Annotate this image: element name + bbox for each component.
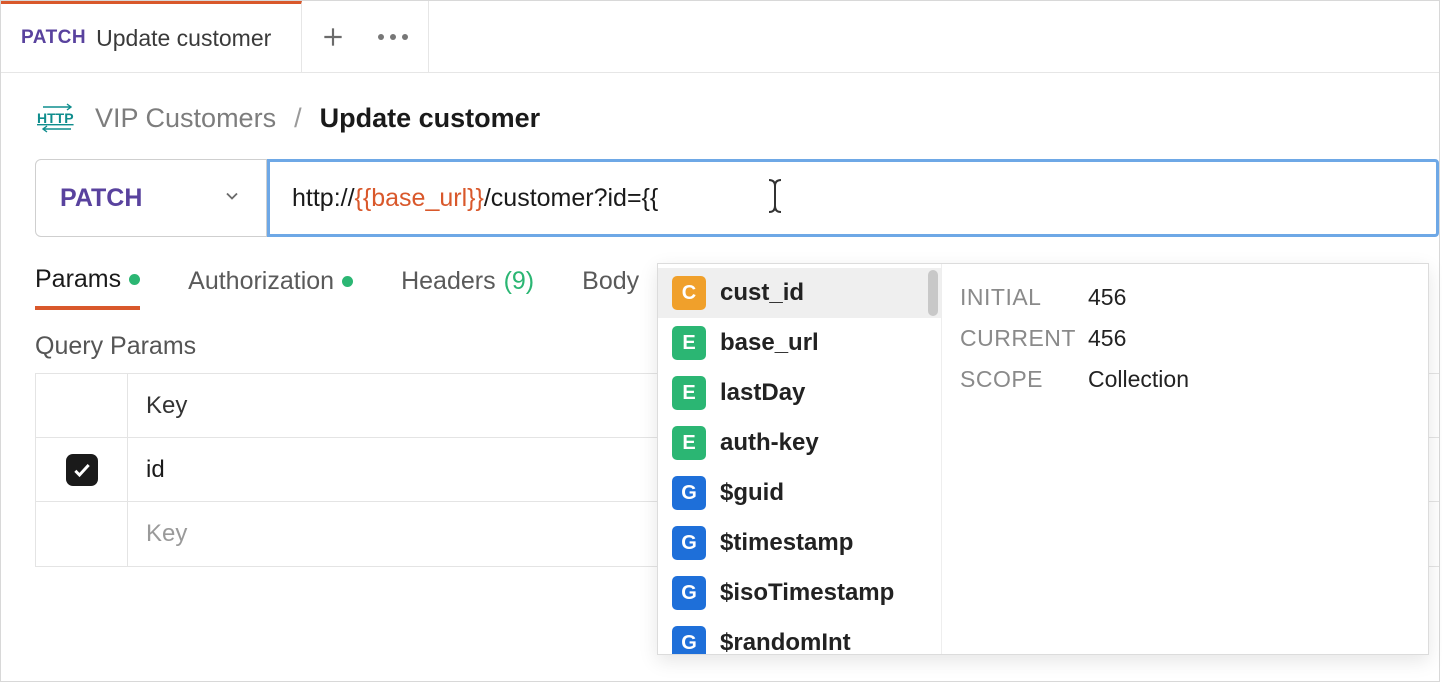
variable-scope-badge: G bbox=[672, 476, 706, 510]
variable-scope-badge: G bbox=[672, 526, 706, 560]
autocomplete-item[interactable]: G $timestamp bbox=[658, 518, 941, 568]
tab-params[interactable]: Params bbox=[35, 265, 140, 310]
autocomplete-item[interactable]: Ebase_url bbox=[658, 318, 941, 368]
autocomplete-item-label: $isoTimestamp bbox=[720, 579, 894, 607]
variable-scope-badge: G bbox=[672, 576, 706, 610]
detail-current-value: 456 bbox=[1088, 325, 1126, 352]
svg-text:HTTP: HTTP bbox=[37, 110, 74, 126]
url-input[interactable]: http://{{base_url}}/customer?id={{ bbox=[267, 159, 1439, 237]
autocomplete-item-label: $randomInt bbox=[720, 629, 851, 654]
row-checkbox-cell[interactable] bbox=[36, 438, 128, 501]
variable-scope-badge: E bbox=[672, 326, 706, 360]
variable-scope-badge: E bbox=[672, 426, 706, 460]
tab-headers-label: Headers bbox=[401, 267, 496, 296]
tab-title-label: Update customer bbox=[96, 25, 271, 52]
headers-count: (9) bbox=[504, 267, 535, 296]
tab-actions bbox=[302, 1, 429, 72]
autocomplete-item[interactable]: G $randomInt bbox=[658, 618, 941, 654]
detail-scope-value: Collection bbox=[1088, 366, 1189, 393]
variable-scope-badge: E bbox=[672, 376, 706, 410]
autocomplete-item-label: auth-key bbox=[720, 429, 819, 457]
autocomplete-item-label: $timestamp bbox=[720, 529, 853, 557]
chevron-down-icon bbox=[222, 184, 242, 213]
detail-initial-value: 456 bbox=[1088, 284, 1126, 311]
autocomplete-list: Ccust_idEbase_urlElastDayEauth-keyG$guid… bbox=[658, 264, 942, 654]
tab-update-customer[interactable]: PATCH Update customer bbox=[1, 1, 302, 72]
status-dot-icon bbox=[342, 276, 353, 287]
detail-current-label: CURRENT bbox=[960, 325, 1070, 352]
autocomplete-item[interactable]: ElastDay bbox=[658, 368, 941, 418]
method-select[interactable]: PATCH bbox=[35, 159, 267, 237]
variable-autocomplete-popup: Ccust_idEbase_urlElastDayEauth-keyG$guid… bbox=[657, 263, 1429, 655]
scrollbar-thumb[interactable] bbox=[928, 270, 938, 316]
table-header-check bbox=[36, 374, 128, 437]
autocomplete-item-label: cust_id bbox=[720, 279, 804, 307]
detail-scope-label: SCOPE bbox=[960, 366, 1070, 393]
autocomplete-item[interactable]: G $guid bbox=[658, 468, 941, 518]
tab-body-label: Body bbox=[582, 267, 639, 296]
breadcrumb: HTTP VIP Customers / Update customer bbox=[1, 73, 1439, 159]
http-icon: HTTP bbox=[37, 101, 77, 135]
breadcrumb-collection[interactable]: VIP Customers bbox=[95, 103, 276, 134]
autocomplete-item-label: base_url bbox=[720, 329, 819, 357]
tab-method-label: PATCH bbox=[21, 27, 86, 49]
variable-scope-badge: C bbox=[672, 276, 706, 310]
autocomplete-detail: INITIAL 456 CURRENT 456 SCOPE Collection bbox=[942, 264, 1428, 654]
autocomplete-item[interactable]: Eauth-key bbox=[658, 418, 941, 468]
autocomplete-item[interactable]: G $isoTimestamp bbox=[658, 568, 941, 618]
autocomplete-item-label: lastDay bbox=[720, 379, 805, 407]
autocomplete-item-label: $guid bbox=[720, 479, 784, 507]
breadcrumb-current: Update customer bbox=[320, 103, 541, 134]
breadcrumb-separator: / bbox=[294, 103, 302, 134]
tab-strip: PATCH Update customer bbox=[1, 1, 1439, 73]
autocomplete-item[interactable]: Ccust_id bbox=[658, 268, 941, 318]
tab-headers[interactable]: Headers (9) bbox=[401, 267, 534, 308]
text-cursor-icon bbox=[765, 176, 785, 224]
detail-initial-label: INITIAL bbox=[960, 284, 1070, 311]
variable-scope-badge: G bbox=[672, 626, 706, 654]
row-checkbox-cell[interactable] bbox=[36, 502, 128, 566]
tab-params-label: Params bbox=[35, 265, 121, 294]
checkbox-checked-icon[interactable] bbox=[66, 454, 98, 486]
url-bar: PATCH http://{{base_url}}/customer?id={{ bbox=[1, 159, 1439, 237]
url-text: http://{{base_url}}/customer?id={{ bbox=[292, 184, 658, 213]
tab-body[interactable]: Body bbox=[582, 267, 639, 308]
tab-overflow-button[interactable] bbox=[376, 32, 410, 42]
status-dot-icon bbox=[129, 274, 140, 285]
new-tab-button[interactable] bbox=[320, 24, 346, 50]
method-select-label: PATCH bbox=[60, 184, 142, 213]
tab-auth-label: Authorization bbox=[188, 267, 334, 296]
tab-authorization[interactable]: Authorization bbox=[188, 267, 353, 308]
